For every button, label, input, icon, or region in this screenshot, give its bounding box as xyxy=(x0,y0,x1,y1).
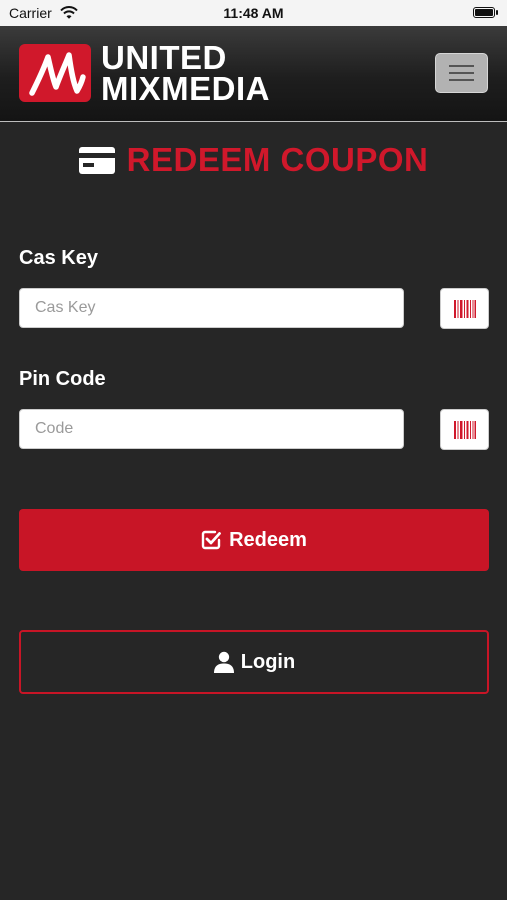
page-title: REDEEM COUPON xyxy=(126,141,429,178)
hamburger-menu-button[interactable] xyxy=(435,53,488,93)
logo-line-1: UNITED xyxy=(101,39,227,76)
cas-key-input[interactable] xyxy=(19,288,404,328)
login-button[interactable]: Login xyxy=(19,630,489,694)
status-bar: Carrier 11:48 AM xyxy=(0,0,507,26)
logo-mark xyxy=(19,44,91,102)
battery-icon xyxy=(473,7,498,18)
redeem-button-label: Redeem xyxy=(229,528,307,551)
login-button-label: Login xyxy=(240,650,296,673)
credit-card-icon xyxy=(78,146,115,174)
page-title-row: REDEEM COUPON xyxy=(0,138,507,182)
app-header: UNITED MIXMEDIA xyxy=(0,26,507,122)
check-square-icon xyxy=(201,530,221,550)
barcode-icon xyxy=(453,299,476,318)
clock: 11:48 AM xyxy=(223,5,284,21)
pin-code-label: Pin Code xyxy=(19,368,106,390)
barcode-icon xyxy=(453,420,476,439)
redeem-button[interactable]: Redeem xyxy=(19,509,489,571)
cas-key-label: Cas Key xyxy=(19,247,98,269)
logo-wordmark: UNITED MIXMEDIA xyxy=(101,39,270,107)
logo-line-2: MIXMEDIA xyxy=(101,70,270,107)
pin-code-scan-button[interactable] xyxy=(440,409,489,450)
menu-bar-icon xyxy=(449,72,474,74)
pin-code-input[interactable] xyxy=(19,409,404,449)
cas-key-scan-button[interactable] xyxy=(440,288,489,329)
menu-bar-icon xyxy=(449,65,474,67)
user-icon xyxy=(213,651,234,673)
menu-bar-icon xyxy=(449,79,474,81)
